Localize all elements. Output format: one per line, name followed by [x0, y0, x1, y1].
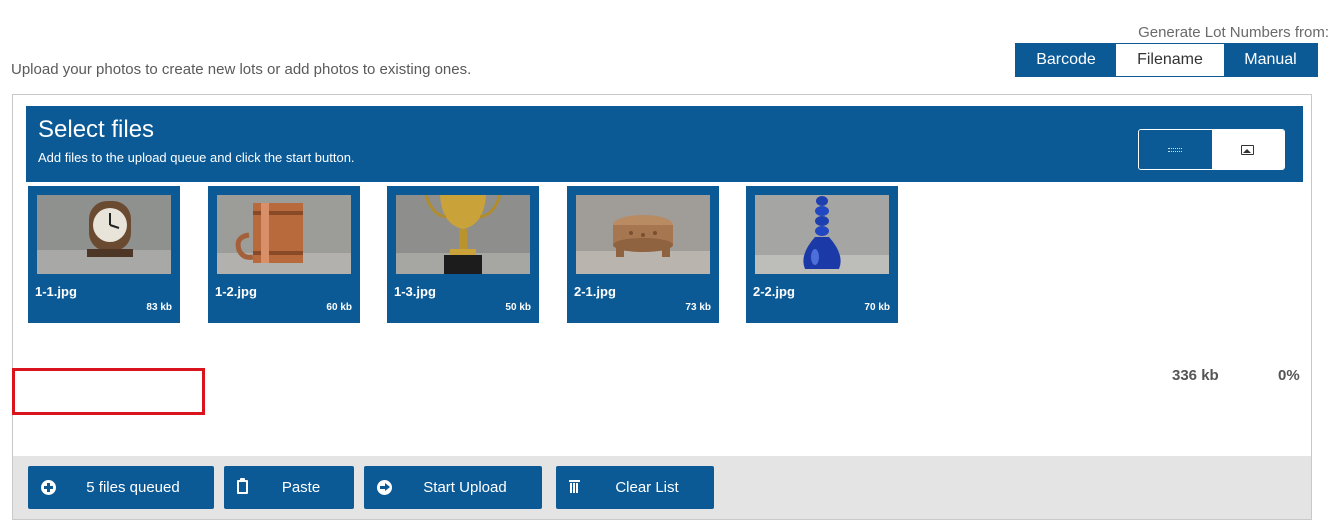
barcode-option-button[interactable]: Barcode — [1016, 44, 1116, 76]
uploader-subtitle: Add files to the upload queue and click … — [38, 150, 355, 165]
file-thumbnail[interactable]: 1-2.jpg 60 kb — [208, 186, 360, 323]
file-size: 60 kb — [326, 302, 352, 313]
list-view-button[interactable] — [1139, 130, 1212, 169]
file-size: 50 kb — [505, 302, 531, 313]
file-size: 73 kb — [685, 302, 711, 313]
file-size: 83 kb — [146, 302, 172, 313]
photo-blue-vase — [755, 195, 889, 274]
paste-label: Paste — [281, 479, 321, 496]
photo-copper-mug — [217, 195, 351, 274]
paste-button[interactable]: Paste — [224, 466, 354, 509]
upload-progress-percent: 0% — [1278, 367, 1300, 384]
start-upload-button[interactable]: Start Upload — [364, 466, 542, 509]
file-uploader: Select files Add files to the upload que… — [12, 94, 1312, 520]
file-thumbnail[interactable]: 1-3.jpg 50 kb — [387, 186, 539, 323]
thumbnail-view-icon — [1241, 144, 1255, 155]
thumbnail-view-button[interactable] — [1211, 130, 1284, 169]
file-name: 1-1.jpg — [35, 284, 77, 299]
clear-list-label: Clear List — [615, 479, 679, 496]
lot-number-source-selector: Barcode Filename Manual — [1015, 43, 1318, 77]
filename-option-button[interactable]: Filename — [1116, 44, 1224, 76]
file-name: 2-1.jpg — [574, 284, 616, 299]
manual-option-button[interactable]: Manual — [1224, 44, 1317, 76]
file-name: 1-3.jpg — [394, 284, 436, 299]
file-name: 1-2.jpg — [215, 284, 257, 299]
photo-trophy — [396, 195, 530, 274]
file-thumbnail[interactable]: 2-1.jpg 73 kb — [567, 186, 719, 323]
files-queued-label: 5 files queued — [86, 479, 180, 496]
file-size: 70 kb — [864, 302, 890, 313]
uploader-title: Select files — [38, 116, 155, 143]
clear-list-button[interactable]: Clear List — [556, 466, 714, 509]
file-thumbnail[interactable]: 1-1.jpg 83 kb — [28, 186, 180, 323]
list-view-icon — [1168, 147, 1183, 152]
intro-text: Upload your photos to create new lots or… — [11, 61, 472, 78]
start-upload-label: Start Upload — [423, 479, 507, 496]
add-files-button[interactable]: 5 files queued — [28, 466, 214, 509]
photo-clock — [37, 195, 171, 274]
files-queued-highlight — [12, 368, 205, 415]
file-name: 2-2.jpg — [753, 284, 795, 299]
view-mode-toggle — [1138, 129, 1285, 170]
uploader-footer: 5 files queued Paste Start Upload Clear … — [13, 456, 1311, 519]
total-size: 336 kb — [1172, 367, 1219, 384]
file-thumbnail[interactable]: 2-2.jpg 70 kb — [746, 186, 898, 323]
lot-numbers-label: Generate Lot Numbers from: — [1138, 24, 1329, 41]
uploader-header: Select files Add files to the upload que… — [26, 106, 1303, 182]
photo-trinket-box — [576, 195, 710, 274]
